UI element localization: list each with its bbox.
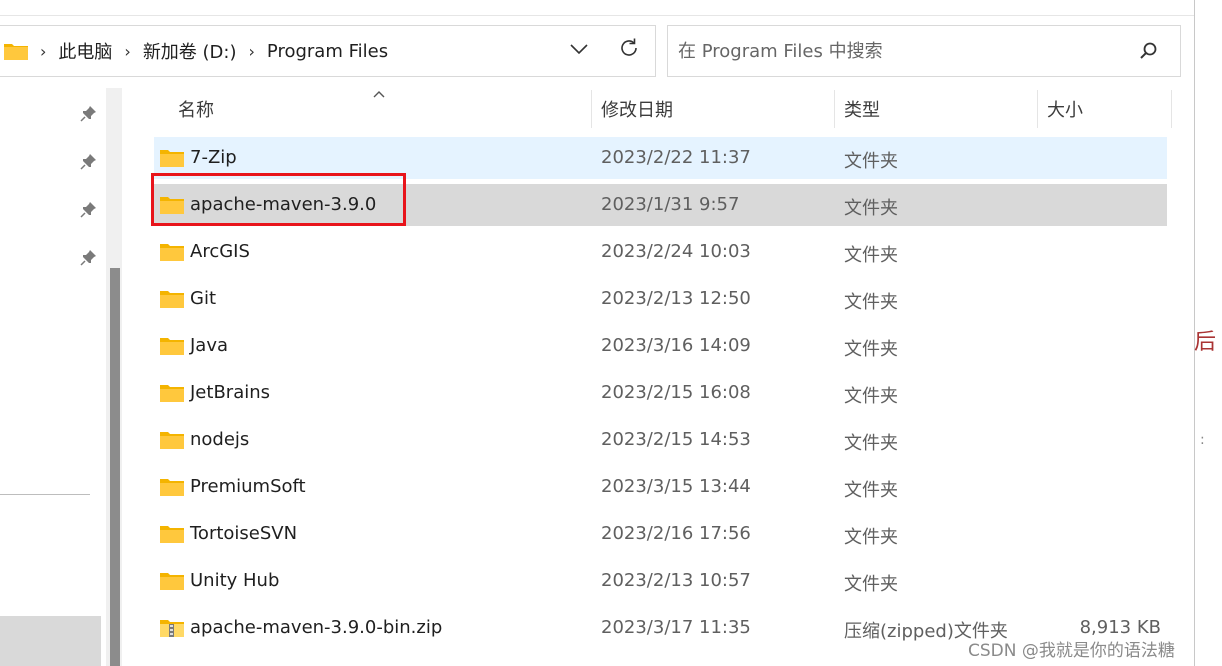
file-date: 2023/2/15 16:08 [601,382,751,403]
file-date: 2023/3/15 13:44 [601,476,751,497]
file-name: Java [190,335,229,356]
chevron-down-icon[interactable] [568,38,590,60]
file-size: 8,913 KB [1079,617,1161,638]
file-row[interactable]: Unity Hub 2023/2/13 10:57 文件夹 [154,560,1167,602]
pin-icon[interactable] [80,200,98,218]
file-date: 2023/2/16 17:56 [601,523,751,544]
column-divider[interactable] [834,90,835,128]
file-date: 2023/2/22 11:37 [601,147,751,168]
zip-folder-icon [160,618,184,638]
file-name: TortoiseSVN [190,523,298,544]
column-header-name[interactable]: 名称 [178,88,588,130]
highlight-annotation-box [151,173,406,226]
nav-divider [0,494,90,495]
column-header-type[interactable]: 类型 [844,88,1034,130]
file-name: nodejs [190,429,250,450]
file-type: 文件夹 [844,433,898,454]
folder-icon [160,289,184,309]
file-type: 文件夹 [844,527,898,548]
folder-icon [160,383,184,403]
window-top-border [0,0,1194,16]
file-type: 文件夹 [844,480,898,501]
file-type: 文件夹 [844,574,898,595]
file-name: ArcGIS [190,241,250,262]
file-date: 2023/1/31 9:57 [601,194,740,215]
file-row[interactable]: Git 2023/2/13 12:50 文件夹 [154,278,1167,320]
file-name: Unity Hub [190,570,280,591]
folder-icon [160,148,184,168]
folder-icon [160,242,184,262]
folder-icon [160,336,184,356]
watermark: CSDN @我就是你的语法糖️ [968,641,1175,661]
pin-icon[interactable] [80,104,98,122]
column-header-date[interactable]: 修改日期 [601,88,831,130]
folder-icon [160,524,184,544]
file-date: 2023/2/24 10:03 [601,241,751,262]
search-input[interactable] [678,40,1118,62]
background-window-text: 后 [1194,330,1217,355]
nav-selected-item[interactable] [0,616,101,666]
folder-icon [160,571,184,591]
breadcrumb-drive-d[interactable]: 新加卷 (D:) [143,38,237,64]
column-divider[interactable] [591,90,592,128]
file-type: 文件夹 [844,292,898,313]
file-type: 文件夹 [844,245,898,266]
chevron-right-icon: › [40,41,47,61]
file-type: 文件夹 [844,151,898,172]
chevron-right-icon[interactable]: › [124,42,130,61]
column-header-size[interactable]: 大小 [1047,88,1167,130]
file-date: 2023/3/16 14:09 [601,335,751,356]
column-divider[interactable] [1037,90,1038,128]
file-type: 文件夹 [844,198,898,219]
search-icon[interactable] [1138,40,1160,62]
background-window-mark: : [1200,432,1205,448]
file-row[interactable]: Java 2023/3/16 14:09 文件夹 [154,325,1167,367]
file-type: 文件夹 [844,386,898,407]
file-date: 2023/2/15 14:53 [601,429,751,450]
file-type: 文件夹 [844,339,898,360]
file-row[interactable]: ArcGIS 2023/2/24 10:03 文件夹 [154,231,1167,273]
folder-icon [160,477,184,497]
folder-icon [160,430,184,450]
refresh-icon[interactable] [617,36,641,60]
search-box[interactable] [667,25,1181,77]
nav-scrollbar-thumb[interactable] [110,268,120,666]
file-name: PremiumSoft [190,476,306,497]
file-row[interactable]: JetBrains 2023/2/15 16:08 文件夹 [154,372,1167,414]
pin-icon[interactable] [80,248,98,266]
folder-icon [4,42,28,60]
file-name: Git [190,288,217,309]
file-row[interactable]: nodejs 2023/2/15 14:53 文件夹 [154,419,1167,461]
file-name: 7-Zip [190,147,237,168]
file-row[interactable]: TortoiseSVN 2023/2/16 17:56 文件夹 [154,513,1167,555]
file-row[interactable]: PremiumSoft 2023/3/15 13:44 文件夹 [154,466,1167,508]
pin-icon[interactable] [80,152,98,170]
file-date: 2023/3/17 11:35 [601,617,751,638]
file-name: JetBrains [190,382,271,403]
file-date: 2023/2/13 10:57 [601,570,751,591]
chevron-right-icon[interactable]: › [249,42,255,61]
address-bar[interactable]: › 此电脑 › 新加卷 (D:) › Program Files [0,25,656,77]
breadcrumb-program-files[interactable]: Program Files [267,41,388,62]
file-name: apache-maven-3.9.0-bin.zip [190,617,443,638]
file-date: 2023/2/13 12:50 [601,288,751,309]
column-divider[interactable] [1171,90,1172,128]
navigation-pane [0,88,122,666]
breadcrumb-this-pc[interactable]: 此电脑 [58,38,112,64]
